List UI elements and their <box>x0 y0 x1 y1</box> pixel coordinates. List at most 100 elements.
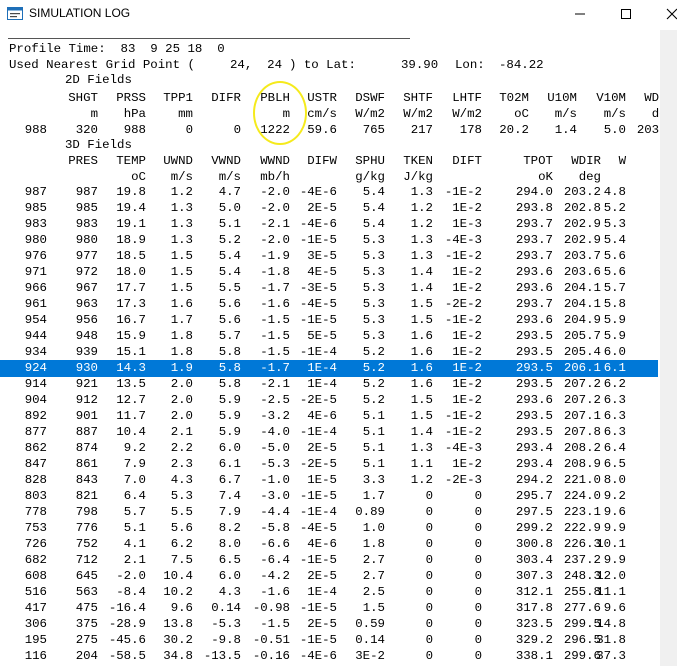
table-cell: 9.6 <box>603 505 626 519</box>
table-row-selected[interactable]: 924 930 14.3 1.9 5.8 -1.7 1E-4 5.2 1.6 1E-2 293.5 2… <box>0 361 660 376</box>
table-row[interactable]: 904 912 12.7 2.0 5.9 -2.5 -2E-5 5.2 1.5 1E-2 293.6… <box>0 393 660 408</box>
table-cell: 1E-2 <box>452 281 482 295</box>
table-cell: 9.6 <box>603 601 626 615</box>
table-cell: 5.6 <box>603 265 626 279</box>
table-row[interactable]: 116 204 -58.5 34.8 -13.5 -0.16 -4E-6 3E-2 0 0 338.… <box>0 649 660 664</box>
table-cell: 1E-2 <box>452 393 482 407</box>
table-row[interactable]: 966 967 17.7 1.5 5.5 -1.7 -3E-5 5.3 1.4 1E-2 293.6… <box>0 281 660 296</box>
table-cell: 6.3 <box>603 409 626 423</box>
table-cell: 5.9 <box>603 313 626 327</box>
table-row[interactable]: 608 645 -2.0 10.4 6.0 -4.2 2E-5 2.7 0 0 307.3 248.3… <box>0 569 660 584</box>
fields-3d-units-row: oC m/s m/s mb/h g/kg J/kg oK deg <box>0 170 660 185</box>
profile-time: Profile Time: 83 9 25 18 0 <box>9 42 225 56</box>
table-row[interactable]: 877 887 10.4 2.1 5.9 -4.0 -1E-4 5.1 1.4 -1E-2 293.… <box>0 425 660 440</box>
col-header-3d: DIFT <box>452 154 482 168</box>
fields-2d-units-row: mhPammmcm/sW/m2W/m2W/m2oCm/sm/sdeg <box>0 107 674 122</box>
table-row[interactable]: 944 948 15.9 1.8 5.7 -1.5 5E-5 5.3 1.6 1E-2 293.5 2… <box>0 329 660 344</box>
table-cell: 1E-2 <box>452 377 482 391</box>
table-row[interactable]: 862 874 9.2 2.2 6.0 -5.0 2E-5 5.1 1.3 -4E-3 293.4 2… <box>0 441 660 456</box>
table-cell: 5.9 <box>603 329 626 343</box>
close-button[interactable] <box>649 0 677 28</box>
table-cell: 0 <box>474 649 482 663</box>
table-row[interactable]: 726 752 4.1 6.2 8.0 -6.6 4E-6 1.8 0 0 300.8 226.3 10… <box>0 537 660 552</box>
grid-point-line: Used Nearest Grid Point (24, 24) to Lat:… <box>0 58 660 73</box>
table-cell: 0 <box>474 553 482 567</box>
table-cell: -4E-3 <box>444 233 482 247</box>
lat-value: 39.90 <box>401 58 439 72</box>
table-cell: 6.4 <box>603 441 626 455</box>
maximize-button[interactable] <box>603 0 649 28</box>
table-cell: 5.3 <box>603 217 626 231</box>
table-row[interactable]: 985 985 19.4 1.3 5.0 -2.0 2E-5 5.4 1.2 1E-2 293.8 2… <box>0 201 660 216</box>
table-cell: 0 <box>474 521 482 535</box>
table-row[interactable]: 971 972 18.0 1.5 5.4 -1.8 4E-5 5.3 1.4 1E-2 293.6 2… <box>0 265 660 280</box>
lon-label: Lon: <box>455 58 485 72</box>
table-row[interactable]: 914 921 13.5 2.0 5.8 -2.1 1E-4 5.2 1.6 1E-2 293.5 2… <box>0 377 660 392</box>
table-cell: 6.2 <box>603 377 626 391</box>
table-cell: 1E-2 <box>452 265 482 279</box>
table-cell: -1E-2 <box>444 409 482 423</box>
fields-2d-heading: 2D Fields <box>0 73 660 88</box>
table-cell: 9.2 <box>603 489 626 503</box>
table-row[interactable]: 934 939 15.1 1.8 5.8 -1.5 -1E-4 5.2 1.6 1E-2 293.5… <box>0 345 660 360</box>
table-cell: 5.8 <box>603 297 626 311</box>
table-cell: 0 <box>474 633 482 647</box>
table-row[interactable]: 195 275 -45.6 30.2 -9.8 -0.51 -1E-5 0.14 0 0 329.2… <box>0 633 660 648</box>
table-cell: 9.9 <box>603 521 626 535</box>
table-cell: 10.1 <box>596 537 626 551</box>
table-cell: 0 <box>474 617 482 631</box>
table-row[interactable]: 417 475 -16.4 9.6 0.14 -0.98 -1E-5 1.5 0 0 317.8 27… <box>0 601 660 616</box>
col-unit-3d <box>546 170 626 185</box>
table-cell: -1E-2 <box>444 313 482 327</box>
table-cell: 0 <box>474 537 482 551</box>
table-cell: 37.3 <box>596 649 626 663</box>
table-row[interactable]: 828 843 7.0 4.3 6.7 -1.0 1E-5 3.3 1.2 -2E-3 294.2 2… <box>0 473 660 488</box>
pblh-highlight-ring <box>253 81 307 145</box>
table-cell: -1E-2 <box>444 249 482 263</box>
table-cell: 6.0 <box>603 345 626 359</box>
table-cell: 6.5 <box>603 457 626 471</box>
table-cell: 1E-2 <box>452 345 482 359</box>
table-cell: 31.8 <box>596 633 626 647</box>
table-cell: 6.3 <box>603 425 626 439</box>
table-cell: -1E-2 <box>444 425 482 439</box>
table-cell: 6.1 <box>603 361 626 375</box>
table-row[interactable]: 306 375 -28.9 13.8 -5.3 -1.5 2E-5 0.59 0 0 323.5 29… <box>0 617 660 632</box>
table-row[interactable]: 976 977 18.5 1.5 5.4 -1.9 3E-5 5.3 1.3 -1E-2 293.7… <box>0 249 660 264</box>
table-cell: 4.8 <box>603 185 626 199</box>
minimize-button[interactable] <box>557 0 603 28</box>
table-row[interactable]: 516 563 -8.4 10.2 4.3 -1.6 1E-4 2.5 0 0 312.1 255.8… <box>0 585 660 600</box>
col-unit-3d <box>402 170 482 185</box>
window-title: SIMULATION LOG <box>29 6 131 20</box>
table-row[interactable]: 961 963 17.3 1.6 5.6 -1.6 -4E-5 5.3 1.5 -2E-2 293.… <box>0 297 660 312</box>
table-row[interactable]: 954 956 16.7 1.7 5.6 -1.5 -1E-5 5.3 1.5 -1E-2 293.… <box>0 313 660 328</box>
table-cell: 0 <box>474 505 482 519</box>
app-icon <box>7 6 24 22</box>
grid-point-value: 24, 24 <box>230 58 283 72</box>
table-cell: 5.7 <box>603 281 626 295</box>
fields-3d-header-row: PRES TEMP UWND VWND WWND DIFW SPHU TKEN DIFT TPOT… <box>0 154 660 169</box>
table-row[interactable]: 892 901 11.7 2.0 5.9 -3.2 4E-6 5.1 1.5 -1E-2 293.5… <box>0 409 660 424</box>
vertical-scrollbar[interactable] <box>660 30 677 666</box>
table-cell: 6.3 <box>603 393 626 407</box>
table-cell: 0 <box>474 585 482 599</box>
table-row[interactable]: 987 987 19.8 1.2 4.7 -2.0 -4E-6 5.4 1.3 -1E-2 294.… <box>0 185 660 200</box>
fields-2d-values-row: 988 320 988 0 0 1222 59.6 765 217 178 20.2 1.4 5.0 20… <box>0 123 674 138</box>
table-row[interactable]: 983 983 19.1 1.3 5.1 -2.1 -4E-6 5.4 1.2 1E-3 293.7… <box>0 217 660 232</box>
table-cell: -2E-3 <box>444 473 482 487</box>
header-divider <box>8 38 410 39</box>
col-header-3d: W <box>618 154 626 168</box>
title-bar[interactable]: SIMULATION LOG <box>0 0 677 28</box>
fields-3d-heading: 3D Fields <box>0 138 660 153</box>
fields-3d-title: 3D Fields <box>65 138 132 152</box>
table-row[interactable]: 847 861 7.9 2.3 6.1 -5.3 -2E-5 5.1 1.1 1E-2 293.4 2… <box>0 457 660 472</box>
table-row[interactable]: 778 798 5.7 5.5 7.9 -4.4 -1E-4 0.89 0 0 297.5 223.1… <box>0 505 660 520</box>
table-row[interactable]: 803 821 6.4 5.3 7.4 -3.0 -1E-5 1.7 0 0 295.7 224.0 9… <box>0 489 660 504</box>
table-cell: 0 <box>474 601 482 615</box>
table-row[interactable]: 753 776 5.1 5.6 8.2 -5.8 -4E-5 1.0 0 0 299.2 222.9 9… <box>0 521 660 536</box>
table-row[interactable]: 980 980 18.9 1.3 5.2 -2.0 -1E-5 5.3 1.3 -4E-3 293.… <box>0 233 660 248</box>
table-cell: 0 <box>474 569 482 583</box>
profile-time-line: Profile Time: 83 9 25 18 0 <box>0 42 660 57</box>
table-cell: -2E-2 <box>444 297 482 311</box>
table-row[interactable]: 682 712 2.1 7.5 6.5 -6.4 -1E-5 2.7 0 0 303.4 237.2 9… <box>0 553 660 568</box>
